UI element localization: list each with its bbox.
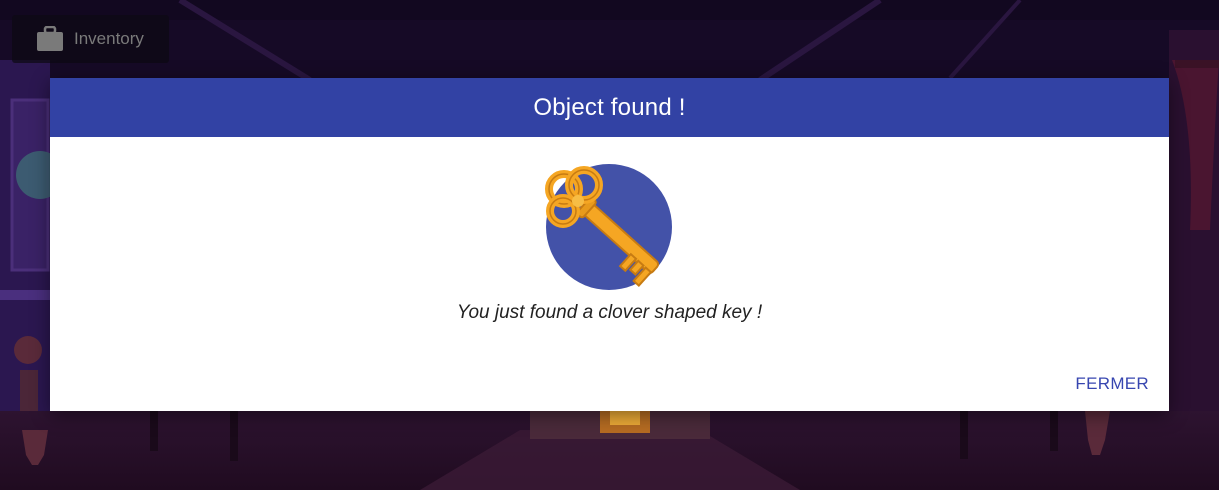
close-button[interactable]: FERMER (1075, 374, 1149, 394)
clover-key-icon (545, 164, 672, 290)
dialog-message: You just found a clover shaped key ! (456, 302, 763, 323)
inventory-button[interactable]: Inventory (12, 15, 169, 63)
dialog-header: Object found ! (50, 78, 1169, 137)
object-found-dialog: Object found ! You just found a clover s… (50, 78, 1169, 411)
inventory-label: Inventory (74, 29, 144, 48)
briefcase-icon (37, 26, 63, 51)
dialog-body: You just found a clover shaped key ! FER… (50, 137, 1169, 411)
game-scene: Inventory Object found ! You just found … (0, 0, 1219, 490)
dialog-title: Object found ! (533, 93, 686, 121)
